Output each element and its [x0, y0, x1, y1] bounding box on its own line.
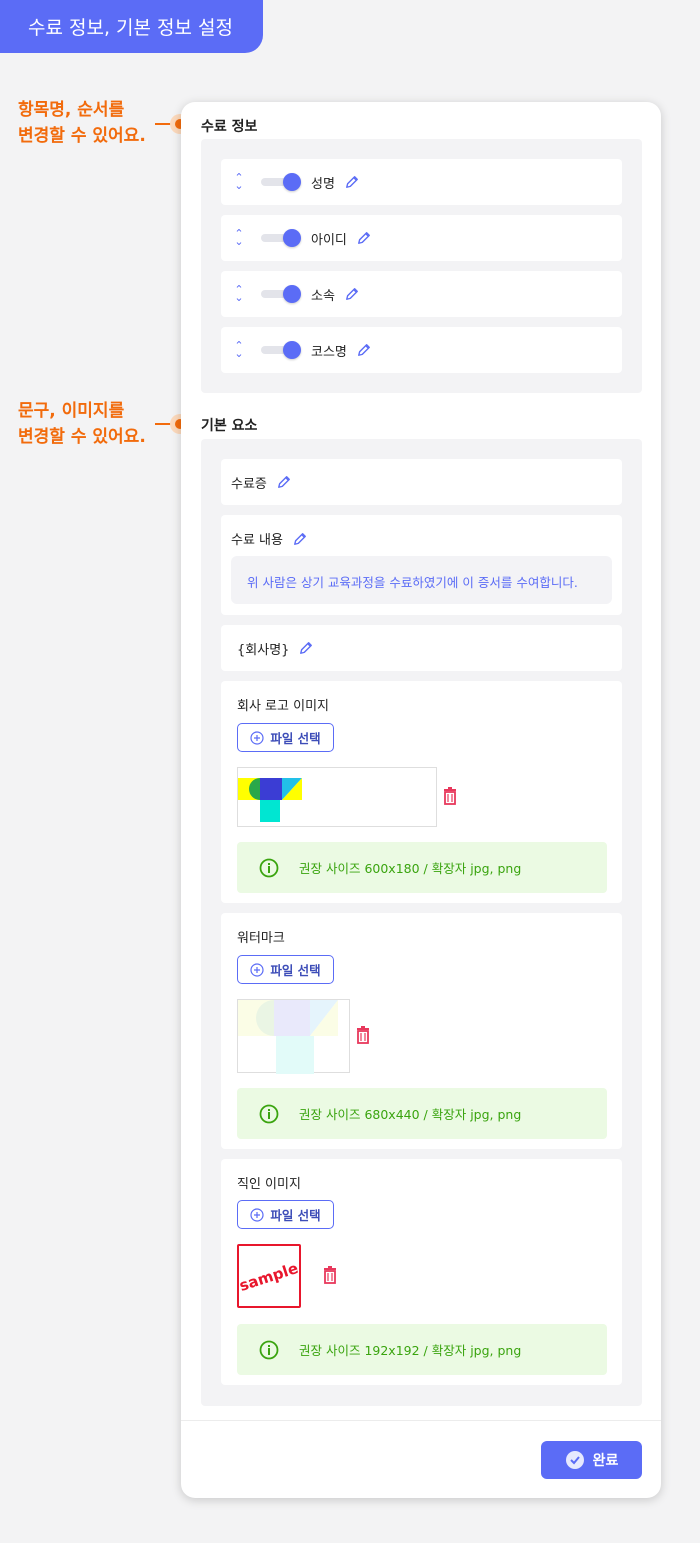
logo-image	[238, 778, 302, 822]
pencil-icon[interactable]	[345, 175, 359, 189]
callout-line1: 항목명, 순서를	[18, 100, 125, 120]
callout-text-image: 문구, 이미지를 변경할 수 있어요.	[18, 398, 146, 450]
trash-icon[interactable]	[443, 787, 457, 805]
field-label: 소속	[311, 288, 335, 304]
info-text: 권장 사이즈 192x192 / 확장자 jpg, png	[299, 1343, 522, 1358]
pencil-icon[interactable]	[345, 287, 359, 301]
completion-info-list: ⌃ ⌄ 성명 ⌃ ⌄ 아이디 ⌃ ⌄ 소속 ⌃ ⌄ 코스명	[201, 139, 642, 393]
sort-handle-icon[interactable]: ⌃ ⌄	[233, 228, 245, 247]
callout-field-order: 항목명, 순서를 변경할 수 있어요.	[18, 97, 146, 149]
pencil-icon[interactable]	[299, 641, 313, 655]
sort-handle-icon[interactable]: ⌃ ⌄	[233, 172, 245, 191]
logo-card: 회사 로고 이미지 파일 선택 권장 사이즈 600x180 / 확장자 jpg	[221, 681, 622, 903]
field-row-course: ⌃ ⌄ 코스명	[221, 327, 622, 373]
sort-handle-icon[interactable]: ⌃ ⌄	[233, 340, 245, 359]
logo-file-select-button[interactable]: 파일 선택	[237, 723, 334, 752]
done-label: 완료	[592, 1453, 619, 1469]
certificate-label: 수료증	[231, 476, 267, 492]
watermark-preview-image	[237, 999, 350, 1074]
trash-icon[interactable]	[356, 1026, 370, 1044]
logo-info-box: 권장 사이즈 600x180 / 확장자 jpg, png	[237, 842, 607, 893]
file-select-label: 파일 선택	[270, 1208, 321, 1223]
footer-divider	[181, 1420, 661, 1421]
watermark-info-box: 권장 사이즈 680x440 / 확장자 jpg, png	[237, 1088, 607, 1139]
field-toggle[interactable]	[261, 285, 307, 303]
field-row-name: ⌃ ⌄ 성명	[221, 159, 622, 205]
watermark-image	[238, 1000, 338, 1074]
field-row-id: ⌃ ⌄ 아이디	[221, 215, 622, 261]
check-circle-icon	[565, 1451, 584, 1469]
content-label: 수료 내용	[231, 533, 283, 548]
sort-handle-icon[interactable]: ⌃ ⌄	[233, 284, 245, 303]
field-toggle[interactable]	[261, 173, 307, 191]
pencil-icon[interactable]	[357, 343, 371, 357]
done-button[interactable]: 완료	[541, 1441, 642, 1479]
certificate-title-card: 수료증	[221, 459, 622, 505]
company-label: {회사명}	[237, 642, 290, 658]
seal-preview-image: sample	[237, 1244, 301, 1308]
field-row-affiliation: ⌃ ⌄ 소속	[221, 271, 622, 317]
trash-icon[interactable]	[323, 1266, 337, 1284]
company-name-card: {회사명}	[221, 625, 622, 671]
seal-sample-text: sample	[239, 1259, 299, 1295]
seal-file-select-button[interactable]: 파일 선택	[237, 1200, 334, 1229]
seal-image: sample	[239, 1259, 299, 1295]
basic-elements-title: 기본 요소	[201, 418, 258, 434]
pencil-icon[interactable]	[357, 231, 371, 245]
info-icon	[259, 1340, 279, 1359]
info-text: 권장 사이즈 680x440 / 확장자 jpg, png	[299, 1107, 522, 1122]
logo-label: 회사 로고 이미지	[237, 699, 329, 714]
callout-line2: 변경할 수 있어요.	[18, 126, 146, 146]
watermark-label: 워터마크	[237, 931, 285, 946]
logo-preview-image	[237, 767, 437, 827]
watermark-file-select-button[interactable]: 파일 선택	[237, 955, 334, 984]
callout-line2: 변경할 수 있어요.	[18, 427, 146, 447]
seal-label: 직인 이미지	[237, 1177, 301, 1192]
file-select-label: 파일 선택	[270, 731, 321, 746]
settings-panel: 수료 정보 ⌃ ⌄ 성명 ⌃ ⌄ 아이디 ⌃ ⌄ 소속 ⌃ ⌄ 코스명 기본 요소	[181, 102, 661, 1498]
info-icon	[259, 1104, 279, 1123]
page-title: 수료 정보, 기본 정보 설정	[0, 0, 263, 53]
seal-card: 직인 이미지 파일 선택 sample 권장 사이즈 192x192 / 확장자…	[221, 1159, 622, 1385]
pencil-icon[interactable]	[293, 532, 307, 546]
plus-circle-icon	[250, 730, 264, 745]
field-toggle[interactable]	[261, 341, 307, 359]
completion-info-title: 수료 정보	[201, 119, 258, 135]
content-card: 수료 내용 위 사람은 상기 교육과정을 수료하였기에 이 증서를 수여합니다.	[221, 515, 622, 615]
content-text: 위 사람은 상기 교육과정을 수료하였기에 이 증서를 수여합니다.	[231, 556, 612, 604]
field-toggle[interactable]	[261, 229, 307, 247]
field-label: 코스명	[311, 344, 347, 360]
field-label: 아이디	[311, 232, 347, 248]
info-icon	[259, 858, 279, 877]
field-label: 성명	[311, 176, 335, 192]
callout-line1: 문구, 이미지를	[18, 401, 125, 421]
plus-circle-icon	[250, 962, 264, 977]
pencil-icon[interactable]	[277, 475, 291, 489]
info-text: 권장 사이즈 600x180 / 확장자 jpg, png	[299, 861, 522, 876]
seal-info-box: 권장 사이즈 192x192 / 확장자 jpg, png	[237, 1324, 607, 1375]
plus-circle-icon	[250, 1207, 264, 1222]
basic-elements-list: 수료증 수료 내용 위 사람은 상기 교육과정을 수료하였기에 이 증서를 수여…	[201, 439, 642, 1406]
watermark-card: 워터마크 파일 선택 권장 사이즈 680x440 / 확장자 jpg, png	[221, 913, 622, 1149]
file-select-label: 파일 선택	[270, 963, 321, 978]
